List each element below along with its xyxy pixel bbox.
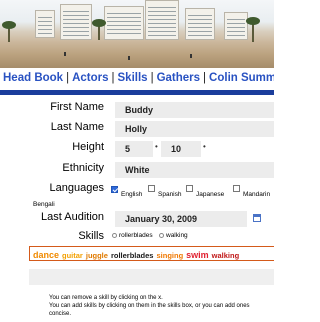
nav-head-book[interactable]: Head Book — [0, 72, 63, 84]
last-name-field[interactable]: Holly — [115, 121, 274, 137]
height-feet-field[interactable]: 5 — [115, 141, 153, 157]
japanese-checkbox[interactable] — [186, 185, 193, 192]
nav-underline-bar — [0, 90, 274, 95]
ethnicity-field[interactable]: White — [115, 162, 274, 178]
mandarin-option-label: Mandarin — [243, 191, 271, 198]
rollerblades-radio[interactable] — [112, 233, 117, 238]
nav-skills[interactable]: Skills — [118, 72, 148, 84]
last-audition-field[interactable]: January 30, 2009 — [115, 211, 247, 227]
skill-chip-singing[interactable]: singing — [156, 249, 183, 260]
skill-chip-dance[interactable]: dance — [33, 249, 59, 260]
skill-chip-juggle[interactable]: juggle — [86, 249, 108, 260]
spanish-checkbox[interactable] — [148, 185, 155, 192]
english-checkbox[interactable] — [111, 186, 118, 193]
top-nav: Head Book | Actors | Skills | Gathers | Colin Su… — [0, 72, 274, 90]
nav-separator: | — [66, 72, 70, 84]
bengali-option-label: Bengali — [33, 201, 55, 208]
nav-colin-summers[interactable]: Colin Summers — [209, 72, 274, 84]
help-note-remove: You can remove a skill by clicking on th… — [49, 295, 163, 301]
add-skill-input[interactable] — [29, 269, 274, 285]
nav-separator: | — [203, 72, 207, 84]
skill-chip-swim[interactable]: swim — [186, 249, 209, 260]
last-name-label: Last Name — [50, 121, 104, 133]
height-inches-field[interactable]: 10 — [161, 141, 201, 157]
english-option-label: English — [121, 191, 143, 198]
ethnicity-label: Ethnicity — [62, 162, 104, 174]
skill-chip-walking[interactable]: walking — [212, 249, 240, 260]
inches-mark: • — [203, 142, 206, 151]
header-banner-image — [0, 0, 274, 68]
nav-separator: | — [150, 72, 154, 84]
skill-chip-rollerblades[interactable]: rollerblades — [111, 249, 154, 260]
mandarin-checkbox[interactable] — [233, 185, 240, 192]
first-name-field[interactable]: Buddy — [115, 102, 274, 118]
help-note-concise: concise. — [49, 311, 72, 317]
japanese-option-label: Japanese — [196, 191, 225, 198]
rollerblades-radio-label: rollerblades — [119, 232, 153, 239]
nav-actors[interactable]: Actors — [72, 72, 108, 84]
calendar-icon[interactable] — [253, 214, 261, 222]
skills-label: Skills — [78, 230, 104, 242]
languages-label: Languages — [49, 182, 104, 194]
skills-box: dance guitar juggle rollerblades singing swim… — [29, 246, 274, 261]
height-label: Height — [72, 141, 104, 153]
feet-mark: • — [155, 142, 158, 151]
nav-separator: | — [111, 72, 115, 84]
walking-radio-label: walking — [166, 232, 188, 239]
walking-radio[interactable] — [159, 233, 164, 238]
skill-chip-guitar[interactable]: guitar — [62, 249, 83, 260]
last-audition-label: Last Audition — [41, 211, 104, 223]
nav-gathers[interactable]: Gathers — [157, 72, 200, 84]
first-name-label: First Name — [50, 101, 104, 113]
help-note-add: You can add skills by clicking on them i… — [49, 303, 250, 309]
spanish-option-label: Spanish — [158, 191, 182, 198]
